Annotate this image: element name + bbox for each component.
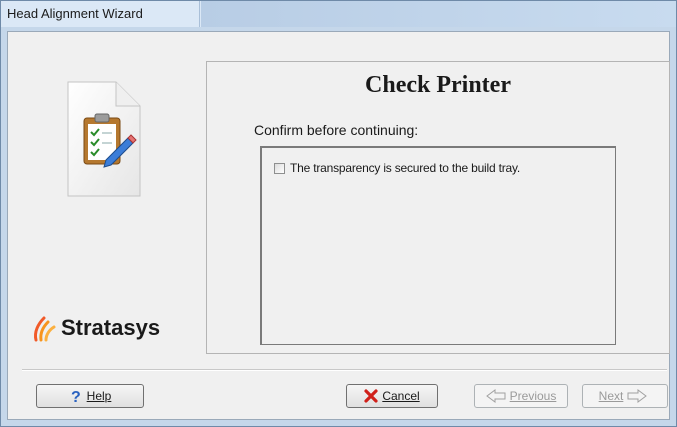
title-separator: [199, 1, 200, 27]
previous-button-label: Previous: [509, 389, 557, 403]
title-bar[interactable]: Head Alignment Wizard: [1, 1, 676, 27]
transparency-checkbox[interactable]: [274, 162, 285, 174]
transparency-checkbox-row[interactable]: The transparency is secured to the build…: [274, 161, 520, 175]
instruction-text: Confirm before continuing:: [254, 122, 419, 138]
stratasys-logo: Stratasys: [32, 314, 160, 342]
cancel-button[interactable]: Cancel: [346, 384, 438, 408]
clipboard-document-icon: [67, 81, 141, 197]
stratasys-flame-icon: [34, 316, 56, 342]
next-button-label: Next: [598, 389, 624, 403]
svg-text:?: ?: [71, 389, 81, 404]
left-arrow-icon: [485, 389, 506, 403]
next-button[interactable]: Next: [582, 384, 668, 408]
footer-divider: [22, 369, 667, 371]
client-area: Stratasys Check Printer Confirm before c…: [7, 31, 670, 420]
page-title: Check Printer: [365, 72, 511, 98]
transparency-checkbox-label[interactable]: The transparency is secured to the build…: [290, 161, 520, 175]
window-title: Head Alignment Wizard: [7, 6, 143, 21]
help-button[interactable]: ? Help: [36, 384, 144, 408]
previous-button[interactable]: Previous: [474, 384, 568, 408]
wizard-window: Head Alignment Wizard Stratasys Check Pr…: [0, 0, 677, 427]
question-icon: ?: [69, 388, 83, 404]
red-x-icon: [364, 389, 378, 403]
checkbox-list: The transparency is secured to the build…: [260, 146, 616, 345]
help-button-label: Help: [86, 389, 112, 403]
content-panel: Check Printer Confirm before continuing:…: [206, 61, 670, 354]
logo-text: Stratasys: [61, 315, 161, 340]
cancel-button-label: Cancel: [382, 389, 420, 403]
right-arrow-icon: [627, 389, 648, 403]
